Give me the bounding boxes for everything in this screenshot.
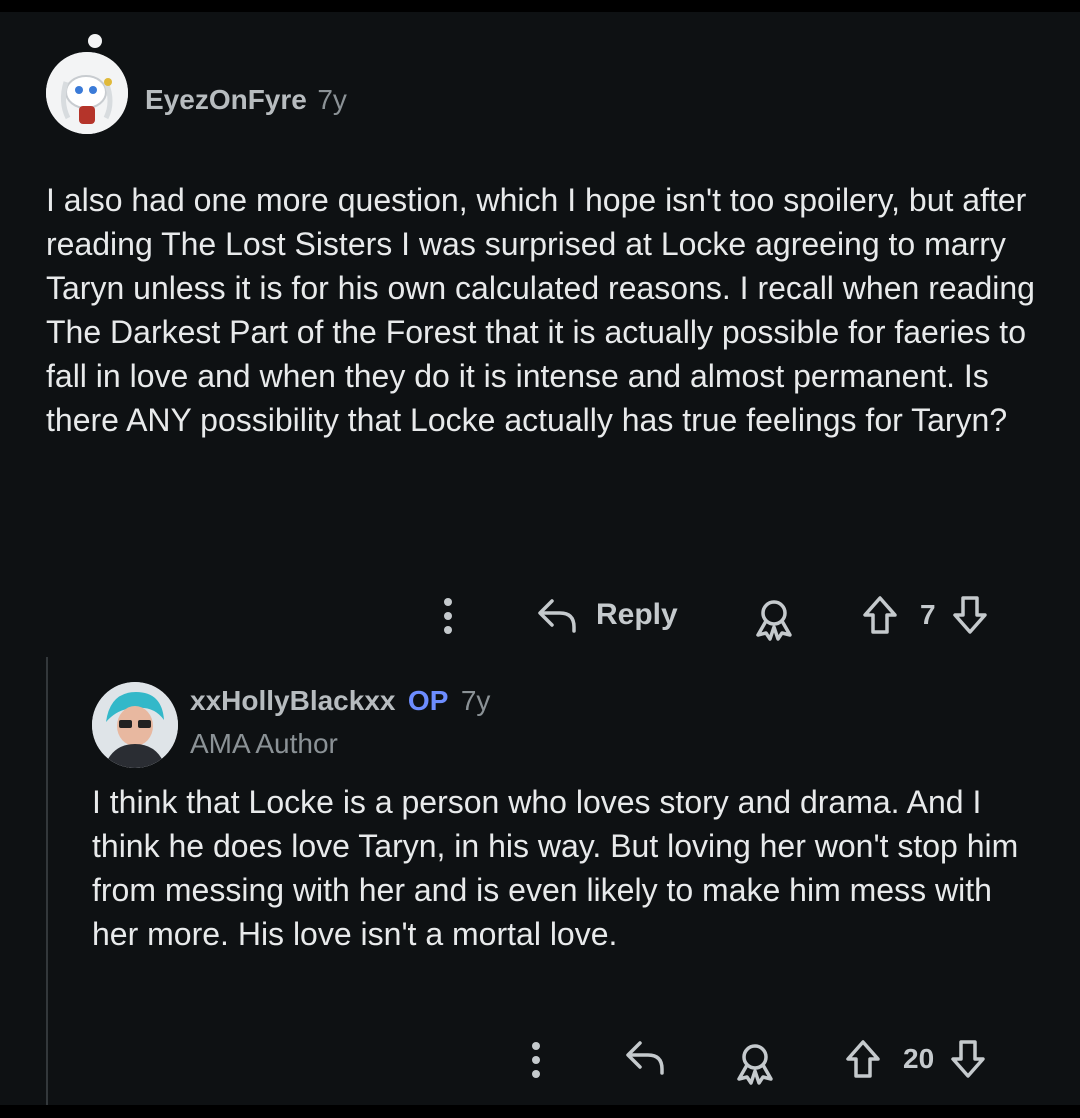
reply-vote-bar: 20 xyxy=(843,1037,988,1081)
reply-body: I think that Locke is a person who loves… xyxy=(92,780,1038,956)
award-icon xyxy=(737,1044,773,1085)
reply-body-text: I think that Locke is a person who loves… xyxy=(92,784,1019,952)
author-photo-icon xyxy=(92,682,178,768)
reply-avatar[interactable] xyxy=(92,682,178,768)
comment-award-button[interactable] xyxy=(752,597,796,641)
user-flair: AMA Author xyxy=(190,728,338,759)
comment-age: 7y xyxy=(317,84,347,115)
downvote-arrow-icon[interactable] xyxy=(950,593,990,637)
comment-reply-button[interactable]: Reply xyxy=(536,593,678,637)
more-options-icon xyxy=(444,598,452,634)
snoo-avatar-icon xyxy=(46,52,128,134)
reply-more-options-button[interactable] xyxy=(522,1038,550,1082)
reply-username[interactable]: xxHollyBlackxx xyxy=(190,685,395,716)
comment-thread-screen: EyezOnFyre 7y I also had one more questi… xyxy=(0,12,1080,1105)
reply-arrow-icon xyxy=(538,599,576,633)
comment-body-text: I also had one more question, which I ho… xyxy=(46,182,1035,438)
reply-label: Reply xyxy=(596,598,678,631)
op-badge: OP xyxy=(407,685,449,716)
reply-header: xxHollyBlackxx OP 7y xyxy=(190,685,490,717)
upvote-arrow-icon[interactable] xyxy=(843,1037,883,1081)
reply-award-button[interactable] xyxy=(733,1041,777,1085)
comment-header: EyezOnFyre 7y xyxy=(145,84,347,116)
comment-more-options-button[interactable] xyxy=(434,594,462,638)
comment-username[interactable]: EyezOnFyre xyxy=(145,84,307,115)
comment-score: 7 xyxy=(920,599,936,630)
reply-age: 7y xyxy=(460,685,491,716)
comment-vote-bar: 7 xyxy=(860,593,990,637)
avatar-antenna-icon xyxy=(88,34,102,48)
downvote-arrow-icon[interactable] xyxy=(948,1037,988,1081)
user-avatar[interactable] xyxy=(46,52,128,134)
more-options-icon xyxy=(532,1042,540,1078)
award-icon xyxy=(756,600,792,641)
reply-arrow-icon xyxy=(626,1041,664,1075)
comment-body: I also had one more question, which I ho… xyxy=(46,178,1038,442)
reply-reply-button[interactable] xyxy=(624,1039,668,1083)
reply-score: 20 xyxy=(903,1043,935,1074)
thread-line[interactable] xyxy=(46,657,48,1105)
upvote-arrow-icon[interactable] xyxy=(860,593,900,637)
